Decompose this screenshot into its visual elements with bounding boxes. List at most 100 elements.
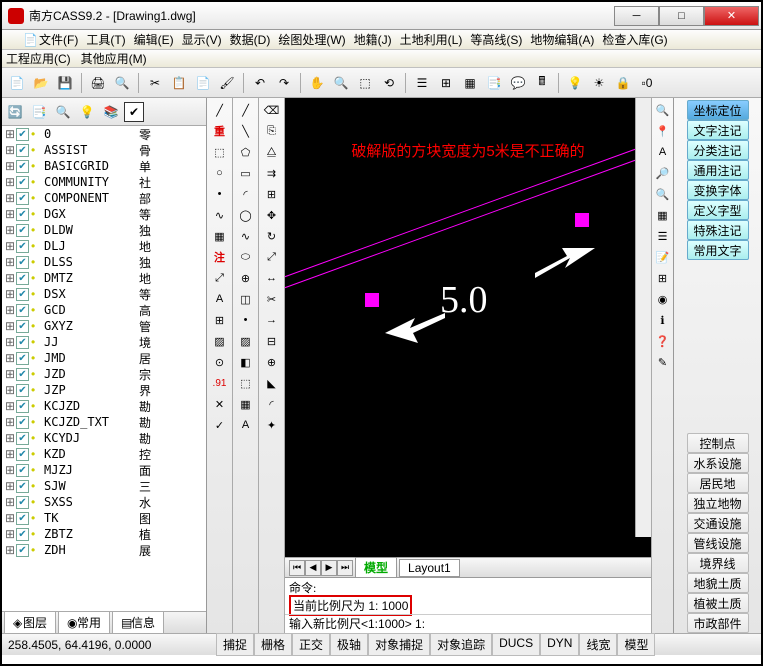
rnote-icon[interactable]: 📝	[652, 247, 674, 267]
tab-prev-icon[interactable]: ◀	[305, 560, 321, 576]
layer-row[interactable]: ⊞✔•0零	[2, 126, 206, 142]
status-toggle[interactable]: 捕捉	[216, 633, 254, 656]
filter-icon[interactable]: 🔍	[52, 101, 74, 123]
markup-icon[interactable]: 💬	[507, 72, 529, 94]
tab-layout1[interactable]: Layout1	[399, 559, 460, 577]
rbtn-bot[interactable]: 居民地	[687, 473, 749, 493]
varc-icon[interactable]: ◜	[235, 184, 257, 204]
layer-row[interactable]: ⊞✔•DSX等	[2, 286, 206, 302]
vchk-icon[interactable]: ✓	[209, 415, 231, 435]
check-toggle-icon[interactable]: ✔	[124, 102, 144, 122]
zoomprev-icon[interactable]: ⟲	[378, 72, 400, 94]
verase-icon[interactable]: ⌫	[261, 100, 283, 120]
zoomwin-icon[interactable]: ⬚	[354, 72, 376, 94]
status-toggle[interactable]: 栅格	[254, 633, 292, 656]
vdraw1-icon[interactable]: ╱	[235, 100, 257, 120]
layer-row[interactable]: ⊞✔•DMTZ地	[2, 270, 206, 286]
vextend-icon[interactable]: →	[261, 310, 283, 330]
layer-row[interactable]: ⊞✔•KZD控	[2, 446, 206, 462]
menu-data[interactable]: 数据(D)	[227, 31, 274, 48]
rbtn-top[interactable]: 通用注记	[687, 160, 749, 180]
cut-icon[interactable]: ✂	[144, 72, 166, 94]
status-toggle[interactable]: DYN	[540, 633, 579, 656]
rlist-icon[interactable]: ☰	[652, 226, 674, 246]
layer-row[interactable]: ⊞✔•DLDW独	[2, 222, 206, 238]
maximize-button[interactable]: □	[659, 6, 704, 26]
drawing-canvas[interactable]: 破解版的方块宽度为5米是不正确的 5.0	[285, 98, 651, 557]
paste-icon[interactable]: 📄	[192, 72, 214, 94]
vchamfer-icon[interactable]: ◣	[261, 373, 283, 393]
vmtext-icon[interactable]: A	[235, 415, 257, 435]
vhatch-icon[interactable]: ▨	[209, 331, 231, 351]
vcircle-icon[interactable]: ○	[209, 163, 231, 183]
pan-icon[interactable]: ✋	[306, 72, 328, 94]
vpoint-icon[interactable]: •	[235, 310, 257, 330]
calc-icon[interactable]: 🖩	[531, 72, 553, 94]
tab-info[interactable]: ▤信息	[112, 611, 164, 633]
redo-icon[interactable]: ↷	[273, 72, 295, 94]
vdot-icon[interactable]: •	[209, 184, 231, 204]
tab-last-icon[interactable]: ⏭	[337, 560, 353, 576]
vdraw2-icon[interactable]: ╲	[235, 121, 257, 141]
layer-row[interactable]: ⊞✔•DLJ地	[2, 238, 206, 254]
rsearch-icon[interactable]: 🔎	[652, 163, 674, 183]
status-toggle[interactable]: 极轴	[330, 633, 368, 656]
layer-row[interactable]: ⊞✔•TK图	[2, 510, 206, 526]
tab-layer[interactable]: ◈图层	[4, 611, 56, 633]
vfillet-icon[interactable]: ◜	[261, 394, 283, 414]
grip1[interactable]	[365, 293, 379, 307]
vtext-icon[interactable]: A	[209, 289, 231, 309]
open-icon[interactable]: 📂	[30, 72, 52, 94]
rcircle-icon[interactable]: ◉	[652, 289, 674, 309]
vcir2-icon[interactable]: ◯	[235, 205, 257, 225]
bulb-icon[interactable]: 💡	[564, 72, 586, 94]
layer-row[interactable]: ⊞✔•KCYDJ勘	[2, 430, 206, 446]
vregion-icon[interactable]: ⬚	[235, 373, 257, 393]
layer0-icon[interactable]: ▫0	[636, 72, 658, 94]
menu-tool[interactable]: 工具(T)	[83, 31, 128, 48]
layer-row[interactable]: ⊞✔•DGX等	[2, 206, 206, 222]
layer-row[interactable]: ⊞✔•KCJZD勘	[2, 398, 206, 414]
varray-icon[interactable]: ▦	[209, 226, 231, 246]
vrect-icon[interactable]: ▭	[235, 163, 257, 183]
layer-row[interactable]: ⊞✔•SJW三	[2, 478, 206, 494]
rloc-icon[interactable]: 📍	[652, 121, 674, 141]
vtrim-icon[interactable]: ✂	[261, 289, 283, 309]
layer-row[interactable]: ⊞✔•ASSIST骨	[2, 142, 206, 158]
status-toggle[interactable]: 线宽	[579, 633, 617, 656]
zoom-icon[interactable]: 🔍	[330, 72, 352, 94]
vgrid-icon[interactable]: ⊞	[209, 310, 231, 330]
layer-row[interactable]: ⊞✔•JMD居	[2, 350, 206, 366]
rbtn-bot[interactable]: 地貌土质	[687, 573, 749, 593]
vblock-icon[interactable]: ◫	[235, 289, 257, 309]
grip2[interactable]	[575, 213, 589, 227]
rbtn-bot[interactable]: 独立地物	[687, 493, 749, 513]
props-icon[interactable]: ☰	[411, 72, 433, 94]
layer-list[interactable]: ⊞✔•0零⊞✔•ASSIST骨⊞✔•BASICGRID单⊞✔•COMMUNITY…	[2, 126, 206, 611]
layer-row[interactable]: ⊞✔•KCJZD_TXT勘	[2, 414, 206, 430]
designcenter-icon[interactable]: ⊞	[435, 72, 457, 94]
voffset-icon[interactable]: ⇉	[261, 163, 283, 183]
layer-row[interactable]: ⊞✔•BASICGRID单	[2, 158, 206, 174]
layer-row[interactable]: ⊞✔•ZBTZ植	[2, 526, 206, 542]
status-toggle[interactable]: 对象捕捉	[368, 633, 430, 656]
cmd-input[interactable]: 输入新比例尺<1:1000> 1:	[285, 614, 651, 632]
rbtn-bot[interactable]: 交通设施	[687, 513, 749, 533]
menu-eng[interactable]: 工程应用(C)	[6, 50, 71, 67]
layer-row[interactable]: ⊞✔•GCD高	[2, 302, 206, 318]
lock-icon[interactable]: 🔒	[612, 72, 634, 94]
rbtn-bot[interactable]: 控制点	[687, 433, 749, 453]
vinsert-icon[interactable]: ⊕	[235, 268, 257, 288]
vstretch-icon[interactable]: ↔	[261, 268, 283, 288]
vhatch2-icon[interactable]: ▨	[235, 331, 257, 351]
vzhong-icon[interactable]: 重	[209, 121, 231, 141]
menu-cadastre[interactable]: 地籍(J)	[351, 31, 395, 48]
stack-icon[interactable]: 📚	[100, 101, 122, 123]
menu-check[interactable]: 检查入库(G)	[599, 31, 670, 48]
layer-row[interactable]: ⊞✔•JZP界	[2, 382, 206, 398]
matchprop-icon[interactable]: 🖌	[216, 72, 238, 94]
layer-icon[interactable]: 📑	[28, 101, 50, 123]
rbtn-bot[interactable]: 植被土质	[687, 593, 749, 613]
rbtn-top[interactable]: 分类注记	[687, 140, 749, 160]
tab-model[interactable]: 模型	[355, 557, 397, 578]
